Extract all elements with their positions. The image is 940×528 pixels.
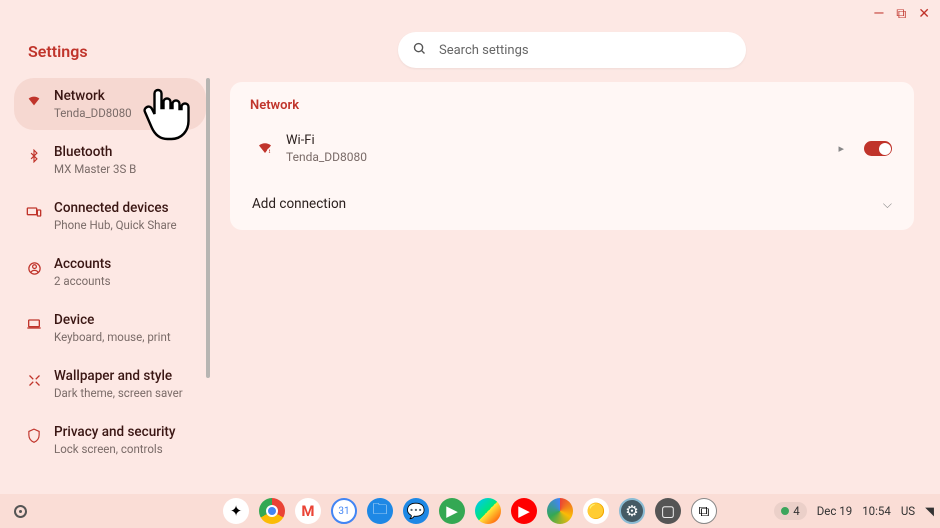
add-connection-row[interactable]: Add connection ⌵	[248, 182, 896, 222]
section-title: Network	[250, 98, 896, 113]
shelf-youtube-icon[interactable]: ▶	[511, 498, 537, 524]
tray-time: 10:54	[862, 504, 891, 518]
tray-locale: US	[901, 504, 915, 518]
shelf-calendar-icon[interactable]: 31	[331, 498, 357, 524]
sidebar-item-label: Connected devices	[54, 200, 177, 216]
chevron-down-icon: ⌵	[883, 197, 892, 212]
shelf-play-icon[interactable]	[475, 498, 501, 524]
sidebar-item-label: Bluetooth	[54, 144, 136, 160]
shelf-settings-icon[interactable]: ⚙	[619, 498, 645, 524]
tray-notification-badge[interactable]: 4	[774, 502, 806, 520]
add-connection-label: Add connection	[252, 196, 346, 212]
wifi-toggle[interactable]	[864, 141, 892, 156]
bluetooth-icon	[24, 146, 44, 166]
tray-status-icons[interactable]: ◥	[925, 504, 934, 518]
shelf: ✦ M 31 🗀 💬 ▶ ▶ 🟡 ⚙ ▢ ⧉ 4 Dec 19 10:54 US…	[0, 494, 940, 528]
sidebar-item-label: Privacy and security	[54, 424, 176, 440]
sidebar-item-sub: MX Master 3S B	[54, 162, 136, 176]
minimize-button[interactable]: —	[873, 6, 884, 22]
sidebar-item-sub: Tenda_DD8080	[54, 106, 132, 120]
sidebar-item-privacy[interactable]: Privacy and security Lock screen, control…	[14, 414, 206, 466]
shelf-gmail-icon[interactable]: M	[295, 498, 321, 524]
sidebar-item-sub: Dark theme, screen saver	[54, 386, 183, 400]
devices-icon	[24, 202, 44, 222]
wifi-ssid: Tenda_DD8080	[286, 150, 838, 164]
shelf-photos-icon[interactable]	[547, 498, 573, 524]
wifi-title: Wi-Fi	[286, 133, 838, 148]
sidebar-item-sub: Keyboard, mouse, print	[54, 330, 171, 344]
search-icon	[412, 41, 427, 60]
account-icon	[24, 258, 44, 278]
sidebar-item-wallpaper[interactable]: Wallpaper and style Dark theme, screen sa…	[14, 358, 206, 410]
sidebar-item-device[interactable]: Device Keyboard, mouse, print	[14, 302, 206, 354]
shelf-apps: ✦ M 31 🗀 💬 ▶ ▶ 🟡 ⚙ ▢ ⧉	[223, 498, 717, 524]
sidebar-item-label: Accounts	[54, 256, 111, 272]
wifi-icon	[24, 90, 44, 110]
wallpaper-icon	[24, 370, 44, 390]
shelf-messages-icon[interactable]: 💬	[403, 498, 429, 524]
sidebar-item-sub: Phone Hub, Quick Share	[54, 218, 177, 232]
sidebar-item-sub: 2 accounts	[54, 274, 111, 288]
laptop-icon	[24, 314, 44, 334]
sidebar-scrollbar[interactable]	[206, 78, 210, 378]
shelf-google-one-icon[interactable]: 🟡	[583, 498, 609, 524]
network-card: Network Wi-Fi Tenda_DD8080 ▸ Add connect…	[230, 82, 914, 230]
shelf-screenshot-icon[interactable]: ⧉	[691, 498, 717, 524]
shelf-assistant-icon[interactable]: ✦	[223, 498, 249, 524]
sidebar-item-apps[interactable]: AppsNotifications, Google Play	[14, 470, 206, 476]
search-bar[interactable]	[398, 32, 746, 68]
shelf-files-icon[interactable]: 🗀	[367, 498, 393, 524]
sidebar-item-bluetooth[interactable]: Bluetooth MX Master 3S B	[14, 134, 206, 186]
sidebar-item-label: Device	[54, 312, 171, 328]
sidebar-item-sub: Lock screen, controls	[54, 442, 176, 456]
shelf-screencast-icon[interactable]: ▢	[655, 498, 681, 524]
page-title: Settings	[28, 42, 88, 61]
sidebar: Network Tenda_DD8080 Bluetooth MX Master 3…	[14, 78, 206, 476]
sidebar-item-label: Wallpaper and style	[54, 368, 183, 384]
window-controls: — ⧉ ✕	[873, 6, 930, 22]
restore-button[interactable]: ⧉	[896, 6, 906, 22]
close-button[interactable]: ✕	[918, 6, 930, 22]
chevron-right-icon: ▸	[838, 142, 844, 155]
shelf-meet-icon[interactable]: ▶	[439, 498, 465, 524]
sidebar-item-network[interactable]: Network Tenda_DD8080	[14, 78, 206, 130]
wifi-row[interactable]: Wi-Fi Tenda_DD8080 ▸	[248, 125, 896, 172]
sidebar-item-label: Network	[54, 88, 132, 104]
wifi-signal-icon	[252, 139, 278, 159]
search-input[interactable]	[439, 43, 732, 58]
shelf-tray[interactable]: 4 Dec 19 10:54 US ◥	[774, 494, 934, 528]
shield-icon	[24, 426, 44, 446]
sidebar-item-accounts[interactable]: Accounts 2 accounts	[14, 246, 206, 298]
launcher-button[interactable]	[14, 505, 27, 518]
shelf-chrome-icon[interactable]	[259, 498, 285, 524]
sidebar-item-connected-devices[interactable]: Connected devices Phone Hub, Quick Share	[14, 190, 206, 242]
tray-date: Dec 19	[817, 504, 852, 518]
